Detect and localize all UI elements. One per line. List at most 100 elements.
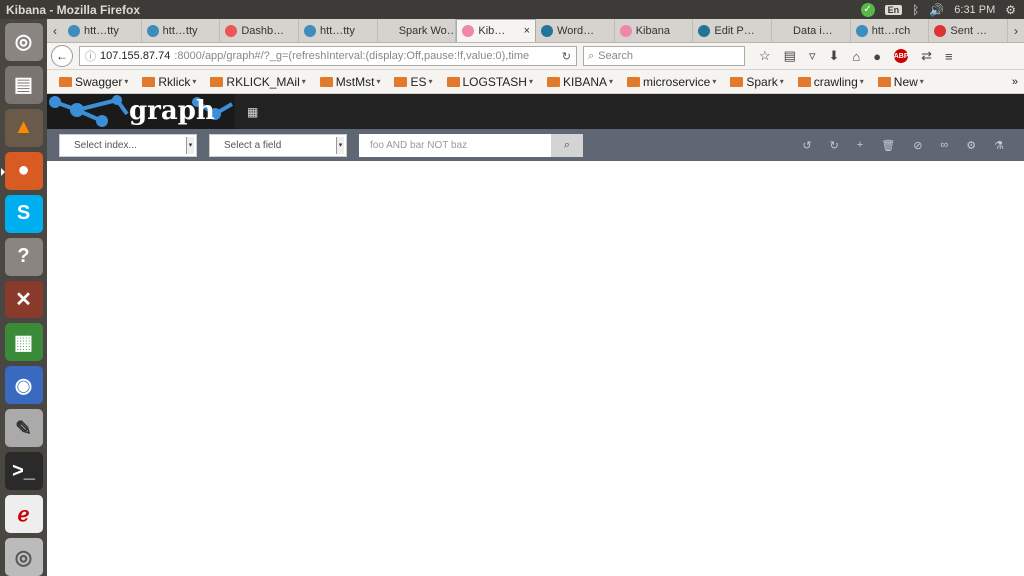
chevron-down-icon: ▾ <box>301 77 306 86</box>
chromium-icon[interactable]: ◉ <box>4 366 43 405</box>
tab-label: Dashb… <box>241 24 285 37</box>
tabs-scroll-left-button[interactable]: ‹ <box>47 19 63 42</box>
navigation-bar: ← ⓘ 107.155.87.74:8000/app/graph#/?_g=(r… <box>47 43 1024 70</box>
folder-icon <box>877 76 891 87</box>
query-input[interactable]: foo AND bar NOT baz <box>359 133 551 157</box>
update-check-icon[interactable]: ✓ <box>860 2 875 17</box>
redo-icon[interactable]: ↻ <box>830 139 839 152</box>
tab-favicon-icon <box>541 24 554 37</box>
chevron-down-icon: ▾ <box>779 77 784 86</box>
help-icon[interactable]: ? <box>4 237 43 276</box>
dvd-icon[interactable]: ◎ <box>4 538 43 576</box>
search-button[interactable]: ⌕ <box>551 133 583 157</box>
tab-favicon-icon <box>619 24 632 37</box>
tab-label: htt…rch <box>871 24 911 37</box>
adblock-icon[interactable]: ABP <box>894 49 909 63</box>
index-select[interactable]: Select index... ▾ <box>59 133 197 157</box>
bookmark-folder[interactable]: New ▾ <box>877 75 924 89</box>
tab-close-icon[interactable]: × <box>524 25 530 37</box>
keyboard-layout-indicator[interactable]: En <box>884 4 903 15</box>
vlc-icon[interactable]: ▲ <box>4 108 43 147</box>
flask-icon[interactable]: ⚗ <box>994 139 1004 152</box>
menu-icon[interactable]: ≡ <box>945 49 953 64</box>
terminal-icon[interactable]: >_ <box>4 452 43 491</box>
delete-icon[interactable]: 🗑 <box>881 139 895 152</box>
volume-icon[interactable]: 🔊 <box>929 3 944 17</box>
browser-tab[interactable]: Spark Wo… <box>378 19 457 42</box>
folder-icon <box>546 76 560 87</box>
bookmark-folder[interactable]: LOGSTASH ▾ <box>446 74 533 89</box>
undo-icon[interactable]: ↺ <box>802 139 811 152</box>
bookmarks-toolbar: Swagger ▾ Rklick ▾ RKLICK_MAil ▾ MstMst ▾ ES ▾ LOG… <box>47 70 1024 94</box>
chat-icon[interactable]: ● <box>873 49 881 64</box>
clock[interactable]: 6:31 PM <box>954 4 995 16</box>
system-tools-icon[interactable]: ✕ <box>4 280 43 319</box>
tab-label: Edit P… <box>714 24 755 37</box>
tab-favicon-icon <box>934 24 947 37</box>
bookmark-label: LOGSTASH <box>462 74 527 89</box>
bookmark-label: ES <box>410 74 427 89</box>
firefox-icon[interactable]: ● <box>0 151 43 190</box>
bookmark-folder[interactable]: RKLICK_MAil ▾ <box>210 75 306 89</box>
blacklist-icon[interactable]: ⊘ <box>913 139 922 152</box>
back-button[interactable]: ← <box>51 45 73 67</box>
field-select-label: Select a field <box>224 139 282 151</box>
search-input[interactable]: ⌕ Search <box>583 46 745 66</box>
browser-tab[interactable]: Dashb… <box>220 19 300 42</box>
add-icon[interactable]: + <box>857 139 863 151</box>
ubuntu-dash-icon[interactable]: ◎ <box>4 23 43 61</box>
bookmark-star-icon[interactable]: ☆ <box>759 48 771 64</box>
tab-label: Word… <box>557 24 595 37</box>
text-editor-icon[interactable]: ✎ <box>4 409 43 448</box>
browser-tab[interactable]: Word… <box>536 19 615 42</box>
bookmark-folder[interactable]: crawling ▾ <box>797 75 864 89</box>
home-icon[interactable]: ⌂ <box>852 49 860 64</box>
pocket-icon[interactable]: ▿ <box>809 48 816 64</box>
settings-gear-icon[interactable]: ⚙ <box>966 139 976 152</box>
folder-icon <box>394 76 408 87</box>
bookmark-folder[interactable]: microservice ▾ <box>627 75 716 89</box>
pdf-viewer-icon[interactable]: ℯ <box>4 495 43 534</box>
downloads-icon[interactable]: ⬇ <box>828 48 839 64</box>
skype-icon[interactable]: S <box>4 194 43 233</box>
bookmark-folder[interactable]: MstMst ▾ <box>319 75 380 89</box>
browser-tab[interactable]: Kib… × <box>456 19 537 42</box>
url-path: :8000/app/graph#/?_g=(refreshInterval:(d… <box>174 50 530 62</box>
bluetooth-icon[interactable]: ᛒ <box>912 3 919 17</box>
browser-tab[interactable]: htt…rch <box>851 19 930 42</box>
unity-launcher: ◎ ▤ ▲ ● S ? ✕ ▦ ◉ ✎ >_ ℯ ◎ <box>0 19 47 576</box>
settings-icon[interactable]: ⚙ <box>1005 3 1016 17</box>
index-select-label: Select index... <box>74 139 137 151</box>
bookmark-folder[interactable]: Swagger ▾ <box>59 75 128 89</box>
link-icon[interactable]: ∞ <box>940 139 948 151</box>
browser-tab[interactable]: htt…tty <box>63 19 142 42</box>
file-manager-icon[interactable]: ▤ <box>4 65 43 104</box>
browser-tab[interactable]: Sent … <box>929 19 1009 42</box>
browser-tab[interactable]: Edit P… <box>693 19 773 42</box>
spreadsheet-icon[interactable]: ▦ <box>4 323 43 362</box>
reading-list-icon[interactable]: ▤ <box>784 48 796 64</box>
bookmark-folder[interactable]: KIBANA ▾ <box>546 75 613 89</box>
site-info-icon[interactable]: ⓘ <box>85 48 96 64</box>
browser-tab[interactable]: htt…tty <box>142 19 221 42</box>
app-switcher-icon[interactable]: ▦ <box>247 105 258 119</box>
search-placeholder: Search <box>598 50 634 62</box>
browser-tab[interactable]: Data i… <box>772 19 851 42</box>
graph-toolbar: Select index... ▾ Select a field ▾ foo A… <box>47 129 1024 161</box>
tabs-scroll-right-button[interactable]: › <box>1008 19 1024 42</box>
graph-canvas[interactable] <box>47 161 1024 574</box>
bookmark-label: Spark <box>746 74 778 89</box>
bookmarks-overflow-icon[interactable]: » <box>1012 76 1018 88</box>
extension-icon[interactable]: ⇄ <box>921 48 932 64</box>
bookmark-folder[interactable]: Rklick ▾ <box>142 75 196 89</box>
bookmark-folder[interactable]: ES ▾ <box>394 74 433 89</box>
reload-icon[interactable]: ↻ <box>562 50 571 63</box>
bookmark-folder[interactable]: Spark ▾ <box>730 74 784 89</box>
field-select[interactable]: Select a field ▾ <box>209 133 347 157</box>
chevron-down-icon: ▾ <box>859 77 864 86</box>
tab-strip: ‹ htt…tty htt…tty Dashb… htt…tty Spark Wo… Ki… <box>47 19 1024 43</box>
chevron-down-icon: ▾ <box>712 77 717 86</box>
browser-tab[interactable]: Kibana <box>615 19 694 42</box>
browser-tab[interactable]: htt…tty <box>299 19 378 42</box>
url-bar[interactable]: ⓘ 107.155.87.74:8000/app/graph#/?_g=(ref… <box>79 46 577 66</box>
